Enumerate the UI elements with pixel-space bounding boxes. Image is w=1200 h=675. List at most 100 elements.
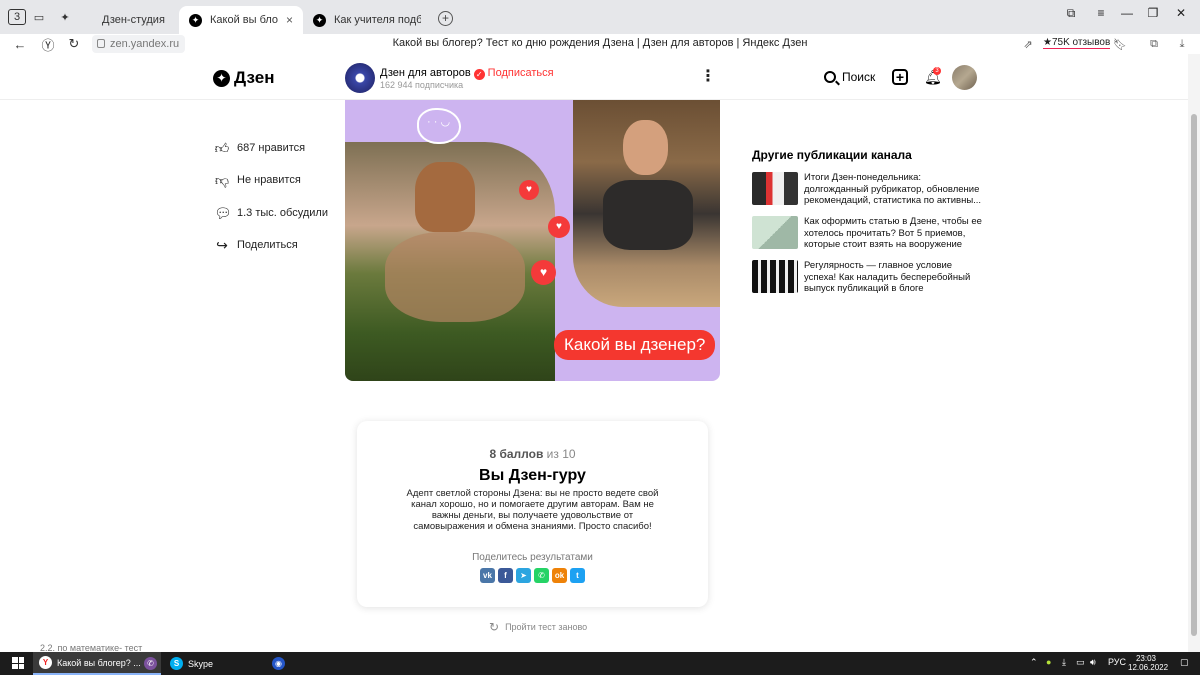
zen-pinned-tab-icon[interactable]: ✦ [56,9,74,25]
retry-test-button[interactable]: ↻ Пройти тест заново [489,620,587,634]
tab-label: Какой вы блогер? Тест [210,14,278,26]
other-publications-title: Другие публикации канала [752,148,912,162]
add-post-button[interactable]: + [892,69,908,85]
share-twitter-button[interactable]: t [570,568,585,583]
download-icon[interactable]: ⤓ [1174,36,1190,52]
input-language[interactable]: РУС [1108,657,1126,667]
share-button[interactable]: ↪ Поделиться [214,237,298,253]
comments-button[interactable]: 💬︎ 1.3 тыс. обсудили [214,205,328,221]
site-header: ✦ Дзен Дзен для авторов ✓ Подписаться 162 … [0,54,1188,100]
like-button[interactable]: 👍︎ 687 нравится [214,140,305,156]
close-window-button[interactable]: ✕ [1166,6,1196,20]
tray-display-icon[interactable]: ▭ [1076,657,1085,668]
publication-title: Регулярность — главное условие успеха! К… [804,260,971,294]
taskbar-app-other[interactable]: ◉ [266,652,296,675]
notification-badge: 3 [933,67,941,75]
share-whatsapp-button[interactable]: ✆ [534,568,549,583]
tab-label: Как учителя подбирают [334,14,421,26]
tab-counter-value: 3 [13,11,21,23]
share-page-icon[interactable]: ⇗ [1020,36,1036,52]
url-field[interactable]: zen.yandex.ru [92,35,186,53]
app-icon: ◉ [272,657,285,670]
tab-teachers[interactable]: ✦ Как учителя подбирают [303,6,431,34]
heart-sticker-icon: ♥ [519,180,539,200]
result-description: Адепт светлой стороны Дзена: вы не прост… [406,488,659,532]
search-icon [824,71,836,83]
dislike-label: Не нравится [237,174,301,186]
close-tab-icon[interactable]: × [286,13,293,27]
share-odnoklassniki-button[interactable]: ok [552,568,567,583]
channel-title[interactable]: Дзен для авторов ✓ Подписаться [380,67,554,80]
zen-logo-icon: ✦ [213,69,230,87]
notification-center-icon[interactable]: ▢ [1180,657,1189,668]
tray-chevron-icon[interactable]: ⌃ [1030,657,1038,668]
back-arrow-icon[interactable]: ← [12,36,28,52]
reload-icon[interactable]: ↻ [66,36,82,52]
windows-taskbar: Y Какой вы блогер? ... ✆ S Skype ◉ ⌃ ● ⤓… [0,652,1200,675]
new-tab-button[interactable]: + [438,11,453,26]
publication-item[interactable]: Регулярность — главное условие успеха! К… [752,260,984,295]
page-scrollbar[interactable] [1188,54,1200,652]
zen-logo-icon: ✦ [313,13,326,27]
search-label: Поиск [842,70,876,84]
clock-time: 23:03 [1135,654,1157,663]
taskbar-app-label: Skype [188,658,214,669]
reviews-badge[interactable]: ★75K отзывов [1043,37,1111,49]
system-clock[interactable]: 23:03 12.06.2022 [1128,654,1169,672]
photo-woman-gardening [345,142,555,381]
score-suffix: из 10 [546,447,576,461]
volume-icon[interactable]: 🔊︎ [1090,657,1096,668]
maximize-button[interactable]: ❐ [1138,6,1168,20]
publication-item[interactable]: Как оформить статью в Дзене, чтобы ее хо… [752,216,984,251]
share-vk-button[interactable]: vk [480,568,495,583]
share-results-label: Поделитесь результатами [472,552,593,563]
search-button[interactable]: Поиск [824,70,875,84]
extensions-icon[interactable]: ⧉ [1146,36,1162,52]
tab-blogger-test[interactable]: ✦ Какой вы блогер? Тест × [179,6,303,34]
scroll-thumb[interactable] [1191,114,1197,636]
share-label: Поделиться [237,239,298,251]
folder-icon[interactable]: ▭ [30,9,48,25]
collections-icon[interactable]: ⧉ [1056,6,1086,20]
cover-caption: Какой вы дзенер? [554,330,716,360]
address-bar: ← Ⓨ ↻ zen.yandex.ru Какой вы блогер? Тес… [0,34,1200,54]
photo-man-woodworking [573,100,720,307]
tray-download-icon[interactable]: ⤓ [1062,657,1066,668]
taskbar-app-label: Какой вы блогер? ... [57,657,141,668]
publication-item[interactable]: Итоги Дзен-понедельника: долгожданный ру… [752,172,984,207]
share-facebook-button[interactable]: f [498,568,513,583]
logo-text: Дзен [234,68,275,87]
dislike-button[interactable]: 👎︎ Не нравится [214,172,301,188]
yandex-browser-icon: Y [39,656,52,669]
channel-name[interactable]: Дзен для авторов [380,67,471,79]
tab-label: Дзен-студия [102,14,165,26]
share-telegram-button[interactable]: ➤ [516,568,531,583]
subscribe-button[interactable]: Подписаться [488,67,554,79]
taskbar-app-skype[interactable]: S Skype [164,652,219,675]
windows-start-icon[interactable] [12,657,24,669]
publication-title: Как оформить статью в Дзене, чтобы ее хо… [804,216,982,250]
notifications-button[interactable]: 🔔︎ 3 [924,67,942,84]
tray-app-icon[interactable]: ● [1046,657,1051,667]
user-avatar[interactable] [952,65,977,90]
score-line: 8 баллов из 10 [357,447,708,461]
tab-counter[interactable]: 3 [8,9,26,25]
tab-dzen-studio[interactable]: Дзен-студия [80,6,177,34]
bookmark-icon[interactable]: 🔖︎ [1112,36,1128,52]
zen-logo[interactable]: ✦ Дзен [213,68,274,88]
share-arrow-icon: ↪ [216,237,228,253]
yandex-icon[interactable]: Ⓨ [40,36,56,53]
thumbs-down-icon: 👎︎ [214,172,230,188]
zen-logo-icon: ✦ [189,13,202,27]
channel-avatar[interactable] [345,63,375,93]
publication-thumbnail [752,216,798,249]
lock-icon [97,39,105,48]
refresh-icon: ↻ [489,620,500,634]
result-verdict: Вы Дзен-гуру [479,467,586,484]
comment-bubble-icon: 💬︎ [214,205,232,221]
thumbs-up-icon: 👍︎ [214,140,230,156]
likes-count: 687 нравится [237,142,306,154]
publication-title: Итоги Дзен-понедельника: долгожданный ру… [804,172,982,206]
more-options-icon[interactable]: ⋮ [700,68,716,86]
clock-date: 12.06.2022 [1128,663,1169,672]
